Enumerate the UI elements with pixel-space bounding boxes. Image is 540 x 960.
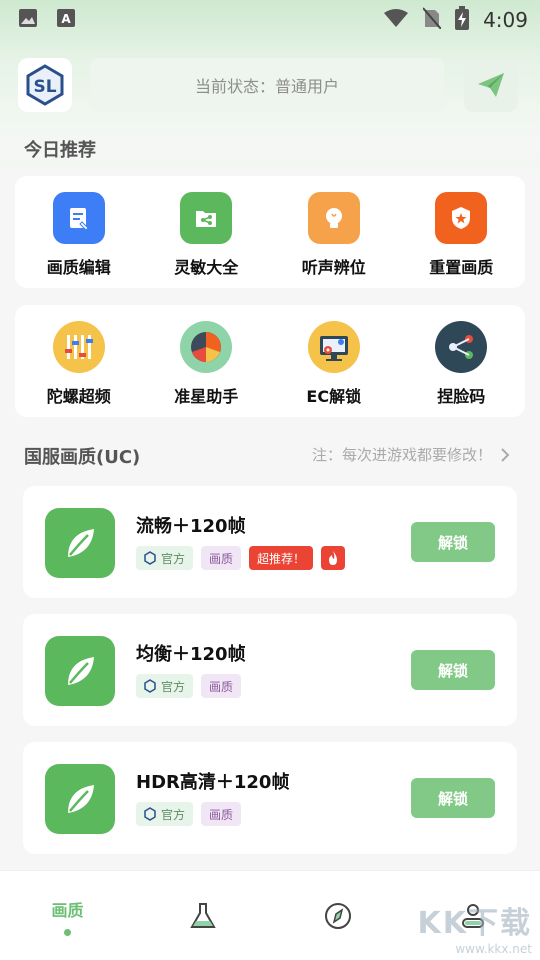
tool-label: EC解锁: [306, 387, 362, 406]
equalizer-icon: [52, 321, 105, 373]
tool-sound-locate[interactable]: 听声辨位: [270, 176, 398, 288]
tool-label: 捏脸码: [437, 387, 486, 406]
monitor-gear-icon: [307, 321, 360, 373]
quality-tags: 官方 画质 超推荐！: [136, 546, 346, 570]
app-logo-button[interactable]: SL: [18, 58, 72, 112]
tag-quality: 画质: [201, 674, 242, 698]
quality-card: HDR高清＋120帧 官方 画质 解锁: [23, 742, 517, 854]
official-badge-icon: [144, 807, 156, 821]
quality-card: 流畅＋120帧 官方 画质 超推荐！ 解锁: [23, 486, 517, 598]
watermark-brand: KK下载: [417, 906, 532, 941]
font-app-icon: A: [56, 8, 76, 32]
shield-star-icon: [435, 192, 488, 244]
tool-ec-unlock[interactable]: EC解锁: [270, 305, 398, 417]
official-badge-icon: [144, 551, 156, 565]
uc-note-text: 注：每次进游戏都要修改！: [311, 446, 492, 464]
tool-quality-edit[interactable]: 画质编辑: [15, 176, 143, 288]
app-logo-icon: SL: [26, 64, 64, 106]
tool-label: 准星助手: [174, 387, 239, 406]
tool-reset-quality[interactable]: 重置画质: [398, 176, 526, 288]
user-status: 当前状态：普通用户: [90, 58, 444, 112]
tag-official: 官方: [136, 802, 194, 826]
tool-label: 听声辨位: [301, 258, 366, 277]
tools-grid-row-1: 画质编辑 灵敏大全 听声辨位 重置画质: [15, 176, 525, 288]
tool-label: 灵敏大全: [174, 258, 239, 277]
today-section-title: 今日推荐: [24, 140, 96, 161]
uc-section-title: 国服画质(UC): [24, 447, 141, 468]
nav-tab-quality[interactable]: 画质: [0, 871, 135, 960]
tag-quality: 画质: [201, 546, 242, 570]
svg-text:SL: SL: [33, 77, 56, 97]
quality-name: 流畅＋120帧: [136, 516, 246, 537]
tool-sensitivity[interactable]: 灵敏大全: [143, 176, 271, 288]
fire-icon: [321, 546, 346, 570]
compass-icon: [324, 903, 351, 929]
paper-plane-icon: [478, 73, 504, 97]
leaf-icon: [45, 508, 115, 578]
quality-tags: 官方 画质: [136, 674, 242, 698]
unlock-button[interactable]: 解锁: [411, 650, 495, 690]
uc-section-header: 国服画质(UC) 注：每次进游戏都要修改！: [24, 441, 510, 469]
watermark: KK下载 www.kkx.net: [418, 898, 533, 956]
tag-official: 官方: [136, 674, 194, 698]
quality-card: 均衡＋120帧 官方 画质 解锁: [23, 614, 517, 726]
share-node-icon: [435, 321, 488, 373]
send-button[interactable]: [464, 58, 518, 112]
tool-face-code[interactable]: 捏脸码: [398, 305, 526, 417]
status-bar: A 4:09: [0, 0, 540, 36]
tool-crosshair[interactable]: 准星助手: [143, 305, 271, 417]
wifi-icon: [383, 8, 409, 32]
clock: 4:09: [483, 8, 528, 32]
watermark-url: www.kkx.net: [455, 942, 532, 956]
nav-tab-quality-label: 画质: [51, 900, 84, 920]
image-edit-icon: [52, 192, 105, 244]
tag-recommend: 超推荐！: [249, 546, 314, 570]
tag-official-label: 官方: [161, 807, 186, 822]
unlock-button[interactable]: 解锁: [411, 778, 495, 818]
tag-official-label: 官方: [161, 679, 186, 694]
lab-flask-icon: [189, 903, 216, 928]
tag-quality: 画质: [201, 802, 242, 826]
quality-tags: 官方 画质: [136, 802, 242, 826]
quality-name: 均衡＋120帧: [136, 644, 246, 665]
tool-gyro-overclock[interactable]: 陀螺超频: [15, 305, 143, 417]
gallery-icon: [18, 8, 38, 32]
official-badge-icon: [144, 679, 156, 693]
battery-charging-icon: [455, 6, 470, 34]
tool-label: 重置画质: [429, 258, 494, 277]
svg-text:A: A: [61, 12, 71, 26]
nav-tab-discover[interactable]: [270, 871, 405, 960]
quality-name: HDR高清＋120帧: [136, 772, 290, 793]
leaf-icon: [45, 636, 115, 706]
tools-grid-row-2: 陀螺超频 准星助手 EC解锁 捏脸码: [15, 305, 525, 417]
active-indicator: [64, 928, 71, 936]
tool-label: 陀螺超频: [46, 387, 111, 406]
lightbulb-icon: [307, 192, 360, 244]
unlock-button[interactable]: 解锁: [411, 522, 495, 562]
nav-tab-lab[interactable]: [135, 871, 270, 960]
uc-note-link[interactable]: 注：每次进游戏都要修改！: [312, 444, 510, 465]
no-sim-icon: [422, 7, 442, 33]
pie-chart-icon: [180, 321, 233, 373]
header: SL 当前状态：普通用户: [18, 58, 518, 112]
tool-label: 画质编辑: [46, 258, 111, 277]
share-folder-icon: [180, 192, 233, 244]
tag-official-label: 官方: [161, 551, 186, 566]
tag-official: 官方: [136, 546, 194, 570]
leaf-icon: [45, 764, 115, 834]
chevron-right-icon: [501, 447, 510, 462]
